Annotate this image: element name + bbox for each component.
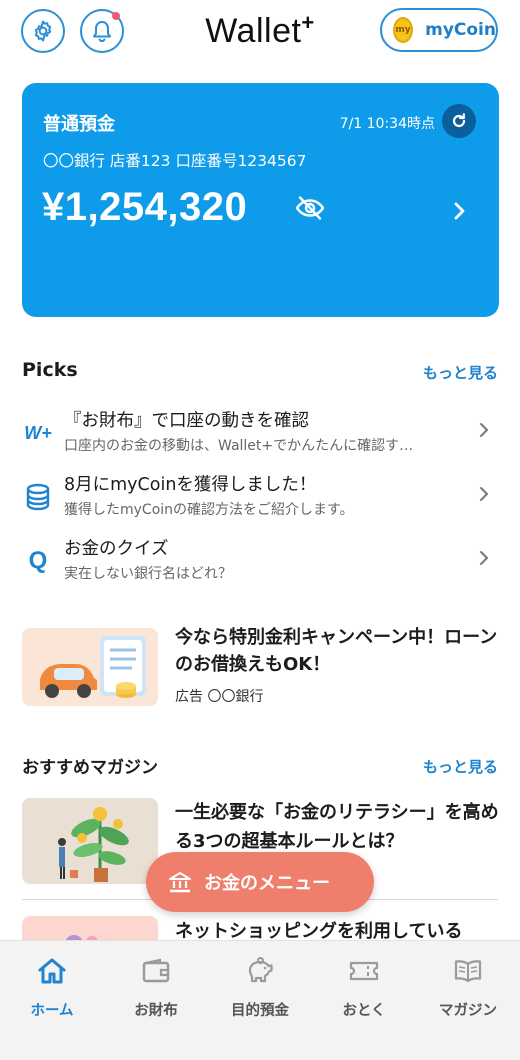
chevron-right-icon [480,487,488,501]
pick-title: 『お財布』で口座の動きを確認 [64,411,309,431]
picks-title: Picks [22,359,78,381]
nav-label: ホーム [30,1003,74,1019]
quiz-icon: Q [28,547,48,574]
chevron-right-icon [480,423,488,437]
account-balance-card[interactable]: 普通預金 7/1 10:34時点 〇〇銀行 店番123 口座番号1234567 … [22,83,499,317]
pick-title: お金のクイズ [64,539,169,559]
piggy-bank-icon [248,957,273,983]
pick-item[interactable]: 8月にmyCoinを獲得しました！ 獲得したmyCoinの確認方法をご紹介します… [0,471,520,531]
home-icon [38,958,66,984]
app-header: Wallet+ my myCoin [0,0,520,64]
ad-sponsor: 広告 〇〇銀行 [175,689,264,705]
magazine-thumbnail[interactable] [22,798,158,884]
pick-subtitle: 獲得したmyCoinの確認方法をご紹介します。 [64,502,354,518]
mycoin-button[interactable]: my myCoin [380,8,498,52]
refresh-icon [452,113,466,128]
pick-item[interactable]: W+ 『お財布』で口座の動きを確認 口座内のお金の移動は、Wallet+でかんた… [0,407,520,467]
chevron-right-icon [480,551,488,565]
wallet-plus-logo-icon: W+ [24,422,52,443]
bank-icon [169,872,191,893]
balance-timestamp: 7/1 10:34時点 [339,116,435,132]
nav-label: マガジン [439,1003,497,1019]
magazine-title: おすすめマガジン [22,758,158,778]
nav-label: おとく [342,1003,386,1019]
bottom-navigation: ホーム お財布 目的預金 おとく マガジン [0,940,520,1060]
magazine-article-title[interactable]: 一生必要な「お金のリテラシー」を高める3つの超基本ルールとは？ [175,798,501,856]
nav-home[interactable]: ホーム [0,955,104,1020]
coin-stack-icon [22,481,54,513]
mycoin-label: myCoin [425,20,496,40]
magazine-more-link[interactable]: もっと見る [423,756,498,777]
book-icon [454,960,482,983]
nav-label: 目的預金 [231,1003,289,1019]
nav-savings-goal[interactable]: 目的預金 [208,955,312,1020]
nav-magazine[interactable]: マガジン [416,955,520,1020]
nav-deals[interactable]: おとく [312,955,416,1020]
pick-title: 8月にmyCoinを獲得しました！ [64,475,317,495]
picks-more-link[interactable]: もっと見る [423,362,498,383]
refresh-button[interactable] [442,104,476,138]
wallet-icon [142,958,170,983]
account-type: 普通預金 [43,114,115,135]
hide-balance-eye-icon[interactable] [294,195,326,221]
pick-subtitle: 実在しない銀行名はどれ？ [64,566,232,582]
chevron-right-icon [454,202,465,220]
ad-image[interactable] [22,628,158,706]
nav-label: お財布 [134,1003,178,1019]
money-menu-label: お金のメニュー [204,873,330,894]
account-info: 〇〇銀行 店番123 口座番号1234567 [43,152,307,170]
account-balance: ¥1,254,320 [42,185,248,229]
app-title-plus: + [301,10,315,35]
money-menu-button[interactable]: お金のメニュー [146,852,374,912]
mycoin-coin-icon: my [393,17,414,43]
ticket-icon [349,961,379,981]
pick-subtitle: 口座内のお金の移動は、Wallet+でかんたんに確認す… [64,438,414,454]
nav-wallet[interactable]: お財布 [104,955,208,1020]
ad-text[interactable]: 今なら特別金利キャンペーン中！ローンのお借換えもOK！ [175,624,500,678]
pick-item[interactable]: Q お金のクイズ 実在しない銀行名はどれ？ [0,535,520,595]
